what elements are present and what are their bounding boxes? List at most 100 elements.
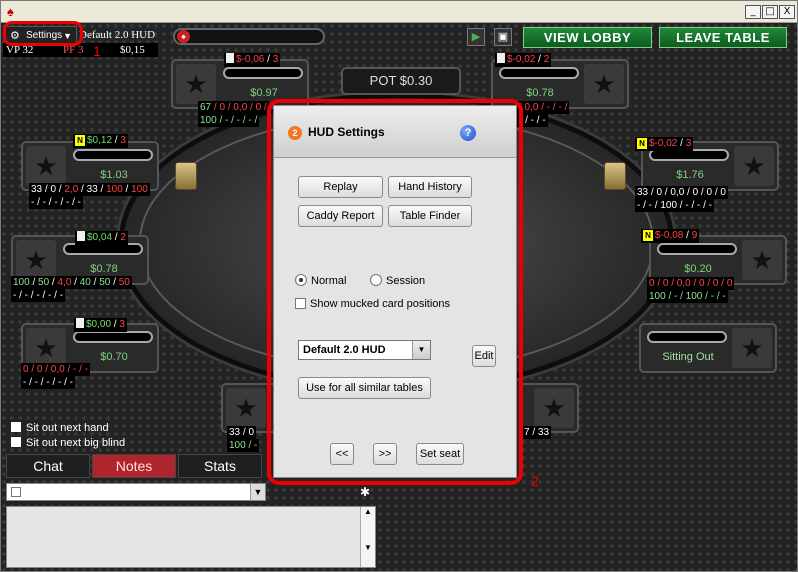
hud-stats-line2[interactable]: 100 / - — [227, 439, 260, 452]
stack-amount: $0.78 — [526, 87, 554, 99]
player-name-bar — [73, 331, 153, 343]
stack-amount: $0.78 — [90, 263, 118, 275]
note-icon — [76, 318, 84, 328]
hud-value: 40 — [79, 277, 91, 288]
hud-stats-line1[interactable]: / 0,0 / - / - / — [517, 101, 570, 114]
hud-stats-line2[interactable]: 100 / - / - / - / — [198, 114, 260, 127]
checkbox-icon — [11, 437, 21, 447]
hud-value: 67 — [200, 102, 212, 113]
maximize-button[interactable]: □ — [762, 5, 778, 19]
hud-stats-line2[interactable]: - / - / - / - / - — [21, 376, 75, 389]
hud-stats-line1[interactable]: 0 / 0 / 0,0 / 0 / 0 / 0 — [647, 277, 735, 290]
hud-hands: 9 — [691, 230, 698, 241]
leave-table-button[interactable]: LEAVE TABLE — [659, 27, 787, 48]
hud-summary[interactable]: N $-0,02 / 3 — [635, 137, 694, 151]
chip-stack-icon — [604, 162, 626, 190]
hud-stats-line1[interactable]: 0 / 0 / 0,0 / - / - — [21, 363, 91, 376]
chat-filter-select[interactable]: ▼ — [6, 483, 266, 501]
checkbox-icon — [11, 487, 21, 497]
chat-tabs: Chat Notes Stats — [6, 454, 264, 478]
hud-hands: 3 — [119, 319, 125, 330]
player-name-bar — [647, 331, 727, 343]
restore-window-icon[interactable]: ▣ — [494, 28, 512, 46]
hud-value: 50 — [118, 277, 130, 288]
hud-stats-line2[interactable]: - / - / 100 / - / - / - — [635, 199, 715, 212]
sit-out-next-bb-checkbox[interactable]: Sit out next big blind — [11, 436, 125, 451]
hud-summary[interactable]: $0,00 / 3 — [74, 318, 127, 332]
pokerstars-logo-icon: ♠ — [7, 4, 14, 19]
tab-chat[interactable]: Chat — [6, 454, 90, 478]
hud-stats-line2[interactable]: - / - / - / - / - — [29, 196, 83, 209]
hud-winnings: $-0,02 — [507, 54, 536, 65]
hud-winnings: $-0,08 — [655, 230, 684, 241]
hud-summary[interactable]: $-0,06 / 3 — [224, 53, 281, 67]
hud-stats-line1[interactable]: 33 / 0 / 2,0 / 33 / 100 / 100 — [29, 183, 150, 196]
poker-table-window: ♠ _ □ X ⚙ Settings ▼ Default 2.0 HUD VP … — [0, 0, 798, 572]
avatar: ★ — [584, 64, 624, 104]
player-name-bar — [73, 149, 153, 161]
hud-value: 33 — [31, 184, 43, 195]
hud-value: 100 — [131, 184, 148, 195]
player-name-bar — [223, 67, 303, 79]
hud-hands: 3 — [685, 138, 692, 149]
hud-summary[interactable]: $-0,02 / 2 — [495, 53, 552, 67]
note-badge-icon: N — [75, 135, 85, 146]
hud-summary[interactable]: N $-0,08 / 9 — [641, 229, 700, 243]
hud-winnings: $0,12 — [87, 135, 113, 146]
sit-out-next-hand-checkbox[interactable]: Sit out next hand — [11, 421, 125, 436]
note-icon — [497, 53, 505, 63]
stack-amount: $1.76 — [676, 169, 704, 181]
chat-scrollbar[interactable]: ▲ ▼ — [360, 507, 375, 567]
avatar: ★ — [26, 328, 66, 368]
callout-number-2: 2 — [531, 473, 539, 489]
sit-out-options: Sit out next hand Sit out next big blind — [11, 421, 125, 451]
avatar: ★ — [26, 146, 66, 186]
chat-settings-gear-icon[interactable]: ✱ — [360, 485, 370, 499]
stack-amount: $1.03 — [100, 169, 128, 181]
hud-stats-line1[interactable]: 7 / 33 — [522, 426, 552, 439]
sit-out-next-hand-label: Sit out next hand — [26, 422, 109, 434]
checkbox-icon — [11, 422, 21, 432]
tab-stats[interactable]: Stats — [178, 454, 262, 478]
hud-winnings: $0,00 — [86, 319, 112, 330]
pokerstars-search-icon: ♠ — [177, 30, 190, 43]
tab-notes[interactable]: Notes — [92, 454, 176, 478]
hud-stats-line2[interactable]: - / - / - / - / - — [11, 289, 65, 302]
hud-winnings: $-0,02 — [649, 138, 678, 149]
player-search-bar[interactable]: ♠ — [173, 28, 325, 45]
avatar: ★ — [176, 64, 216, 104]
hud-stats-line1[interactable]: 33 / 0 / 0,0 / 0 / 0 / 0 — [635, 186, 728, 199]
hud-stats-line1[interactable]: 33 / 0 — [227, 426, 257, 439]
play-icon[interactable]: ▶ — [467, 28, 485, 46]
hud-hands: 3 — [120, 135, 126, 146]
avatar: ★ — [732, 328, 772, 368]
player-name-bar — [657, 243, 737, 255]
avatar: ★ — [742, 240, 782, 280]
hud-profile-name: Default 2.0 HUD — [79, 29, 156, 41]
minimize-button[interactable]: _ — [745, 5, 761, 19]
stack-amount: $0.97 — [250, 87, 278, 99]
hud-winnings: $-0,06 — [236, 54, 265, 65]
hud-summary[interactable]: $0,04 / 2 — [75, 231, 128, 245]
hud-stats-line1[interactable]: 100 / 50 / 4,0 / 40 / 50 / 50 — [11, 276, 132, 289]
note-icon — [77, 231, 85, 241]
sitting-out-status: Sitting Out — [662, 351, 714, 363]
chip-stack-icon — [175, 162, 197, 190]
pot-display: POT $0.30 — [341, 67, 461, 95]
hud-value: / 0 / 0,0 / 0 / — [213, 102, 267, 113]
close-button[interactable]: X — [779, 5, 795, 19]
hud-value: 2,0 — [64, 184, 79, 195]
hud-stats-line2[interactable]: 100 / - / 100 / - / - — [647, 290, 728, 303]
hud-summary[interactable]: N $0,12 / 3 — [73, 134, 128, 148]
chat-text-area[interactable]: ▲ ▼ — [6, 506, 376, 568]
stack-amount: $0.70 — [100, 351, 128, 363]
note-icon — [226, 53, 234, 63]
note-badge-icon: N — [643, 230, 653, 241]
hud-value: 100 — [13, 277, 30, 288]
hud-stats-line1[interactable]: 67 / 0 / 0,0 / 0 / — [198, 101, 269, 114]
hud-value: 100 — [106, 184, 123, 195]
chevron-down-icon[interactable]: ▼ — [250, 484, 265, 500]
view-lobby-button[interactable]: VIEW LOBBY — [523, 27, 652, 48]
hud-hands: 2 — [543, 54, 550, 65]
seat-right-lower[interactable]: ★ Sitting Out — [639, 323, 777, 373]
